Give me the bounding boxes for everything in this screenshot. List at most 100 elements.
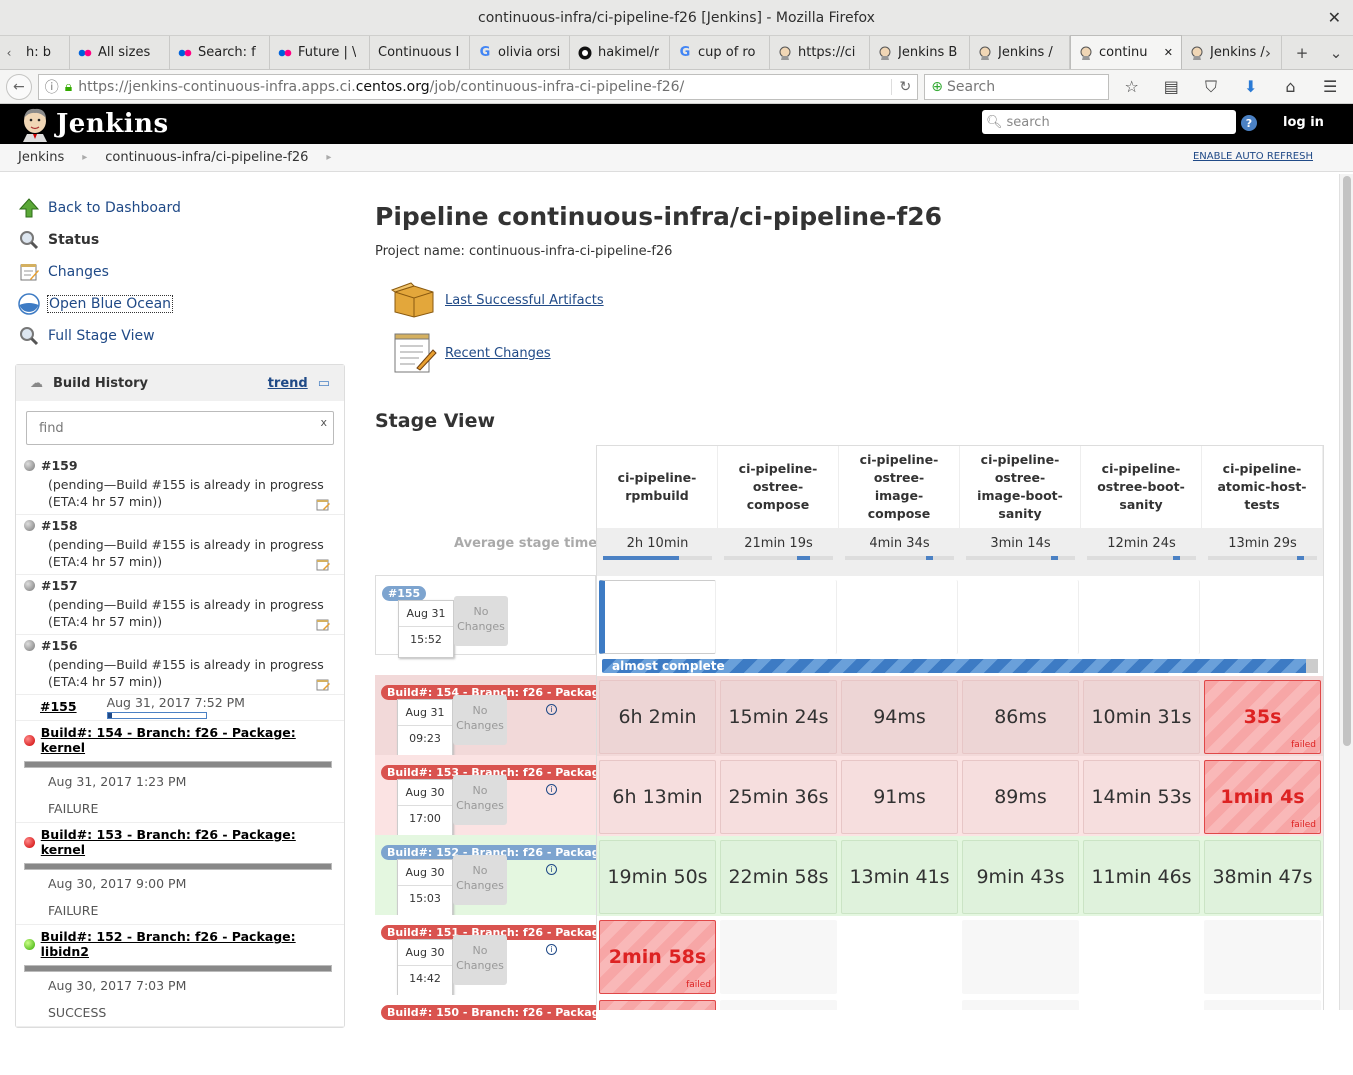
sidebar-item-changes[interactable]: Changes [18,256,181,288]
stage-cell[interactable] [599,580,716,654]
trend-link[interactable]: trend [268,376,308,391]
stage-cell[interactable] [841,920,958,994]
breadcrumb-job[interactable]: continuous-infra/ci-pipeline-f26 [87,150,326,165]
jenkins-logo[interactable]: Jenkins [18,106,169,142]
info-icon[interactable]: i [546,784,557,795]
collapse-icon[interactable]: ▭ [318,376,330,391]
reading-list-icon[interactable]: ▤ [1154,77,1188,96]
recent-changes-label[interactable]: Recent Changes [445,346,551,361]
stage-cell[interactable]: 15min 24s [720,680,837,754]
info-icon[interactable]: i [546,944,557,955]
vertical-scrollbar[interactable] [1339,174,1353,1010]
back-button[interactable]: ← [6,73,32,100]
stage-cell[interactable] [720,1000,837,1010]
tab-close-icon[interactable]: ✕ [1164,46,1173,59]
info-icon[interactable]: ⓘ [45,77,59,97]
tab-9[interactable]: https://ci [770,36,870,69]
breadcrumb-separator[interactable]: ▸ [326,152,331,163]
last-successful-artifacts-link[interactable]: Last Successful Artifacts [391,282,604,318]
stage-cell[interactable] [599,1000,716,1010]
stage-cell[interactable] [1083,1000,1200,1010]
stage-cell[interactable]: 13min 41s [841,840,958,914]
stage-cell[interactable]: 22min 58s [720,840,837,914]
jenkins-search-input[interactable]: 🔍︎ search [982,110,1236,134]
tab-10[interactable]: Jenkins B [870,36,970,69]
clear-filter-button[interactable]: x [320,416,327,429]
info-icon[interactable]: i [546,704,557,715]
home-icon[interactable]: ⌂ [1274,77,1308,96]
notepad-icon[interactable] [316,498,330,511]
sidebar-item-label[interactable]: Open Blue Ocean [46,295,174,313]
stage-cell[interactable] [962,920,1079,994]
run-tag[interactable]: Build#: 150 - Branch: f26 - Package: ker… [381,1005,596,1020]
stage-cell[interactable]: 11min 46s [1083,840,1200,914]
stage-cell[interactable] [1204,920,1321,994]
tab-2[interactable]: All sizes [70,36,170,69]
build-number[interactable]: #155 [40,698,77,715]
stage-cell[interactable] [1083,580,1200,654]
pocket-icon[interactable]: ⛉ [1194,77,1228,97]
stage-cell[interactable] [720,920,837,994]
stage-cell[interactable]: 6h 2min [599,680,716,754]
stage-cell[interactable]: 94ms [841,680,958,754]
stage-cell[interactable]: 9min 43s [962,840,1079,914]
stage-cell[interactable]: 86ms [962,680,1079,754]
stage-cell[interactable]: 38min 47s [1204,840,1321,914]
tab-5[interactable]: Continuous I [370,36,470,69]
stage-cell[interactable]: 19min 50s [599,840,716,914]
tab-1[interactable]: h: b [18,36,70,69]
stage-cell[interactable] [1083,920,1200,994]
tab-12[interactable]: continu ✕ [1070,35,1182,69]
notepad-icon[interactable] [316,618,330,631]
build-title-link[interactable]: Build#: 153 - Branch: f26 - Package: ker… [41,827,338,857]
tab-scroll-right-button[interactable]: › [1251,44,1285,62]
tab-8[interactable]: Gcup of ro [670,36,770,69]
artifacts-label[interactable]: Last Successful Artifacts [445,293,604,308]
url-bar[interactable]: ⓘ 🔒︎ https://jenkins-continuous-infra.ap… [37,73,919,100]
run-tag[interactable]: #155 [382,586,427,601]
sidebar-item-label[interactable]: Changes [48,264,109,280]
build-number[interactable]: #159 [41,457,78,474]
sidebar-item-status[interactable]: Status [18,224,181,256]
stage-cell[interactable] [962,1000,1079,1010]
sidebar-item-back-to-dashboard[interactable]: Back to Dashboard [18,192,181,224]
new-tab-button[interactable]: + [1285,44,1319,62]
stage-cell[interactable]: 1min 4s failed [1204,760,1321,834]
sidebar-item-label[interactable]: Status [48,232,99,248]
login-link[interactable]: log in [1283,115,1324,130]
scrollbar-thumb[interactable] [1343,176,1351,746]
stage-cell[interactable]: 91ms [841,760,958,834]
notepad-icon[interactable] [316,678,330,691]
tab-3[interactable]: Search: f [170,36,270,69]
build-title-link[interactable]: Build#: 152 - Branch: f26 - Package: lib… [41,929,338,959]
sidebar-item-open-blue-ocean[interactable]: Open Blue Ocean [18,288,181,320]
tab-scroll-left-button[interactable]: ‹ [0,36,18,69]
stage-cell[interactable] [841,1000,958,1010]
help-icon[interactable]: ? [1241,115,1257,131]
stage-cell[interactable] [1204,1000,1321,1010]
stage-cell[interactable]: 2min 58s failed [599,920,716,994]
stage-cell[interactable]: 25min 36s [720,760,837,834]
tab-list-button[interactable]: ⌄ [1319,44,1353,62]
build-number[interactable]: #156 [41,637,78,654]
stage-cell[interactable]: 89ms [962,760,1079,834]
stage-cell[interactable]: 10min 31s [1083,680,1200,754]
sidebar-item-label[interactable]: Back to Dashboard [48,200,181,216]
download-icon[interactable]: ⬇ [1234,77,1268,96]
breadcrumb-jenkins[interactable]: Jenkins [0,150,82,165]
recent-changes-link[interactable]: Recent Changes [391,332,551,374]
tab-7[interactable]: hakimel/r [570,36,670,69]
build-number[interactable]: #158 [41,517,78,534]
stage-cell[interactable] [962,580,1079,654]
browser-search-input[interactable]: ⊕ Search [924,73,1109,100]
stage-cell[interactable] [841,580,958,654]
stage-cell[interactable] [1204,580,1321,654]
window-close-button[interactable]: ✕ [1328,8,1341,27]
reload-icon[interactable]: ↻ [890,78,911,95]
build-filter-input[interactable]: find x [26,411,334,445]
info-icon[interactable]: i [546,864,557,875]
sidebar-item-full-stage-view[interactable]: Full Stage View [18,320,181,352]
stage-cell[interactable] [720,580,837,654]
stage-cell[interactable]: 35s failed [1204,680,1321,754]
sidebar-item-label[interactable]: Full Stage View [48,328,155,344]
